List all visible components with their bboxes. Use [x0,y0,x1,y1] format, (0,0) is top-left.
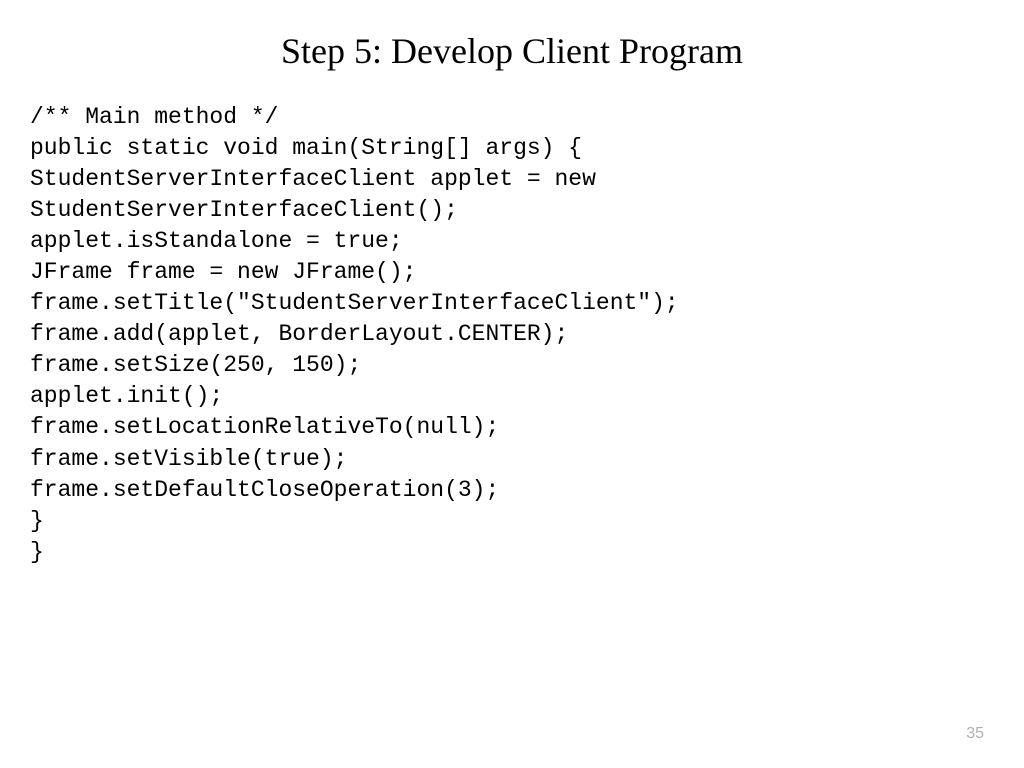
page-number: 35 [966,725,984,743]
slide-title: Step 5: Develop Client Program [40,30,984,72]
code-snippet: /** Main method */ public static void ma… [30,102,984,568]
slide-container: Step 5: Develop Client Program /** Main … [0,0,1024,768]
